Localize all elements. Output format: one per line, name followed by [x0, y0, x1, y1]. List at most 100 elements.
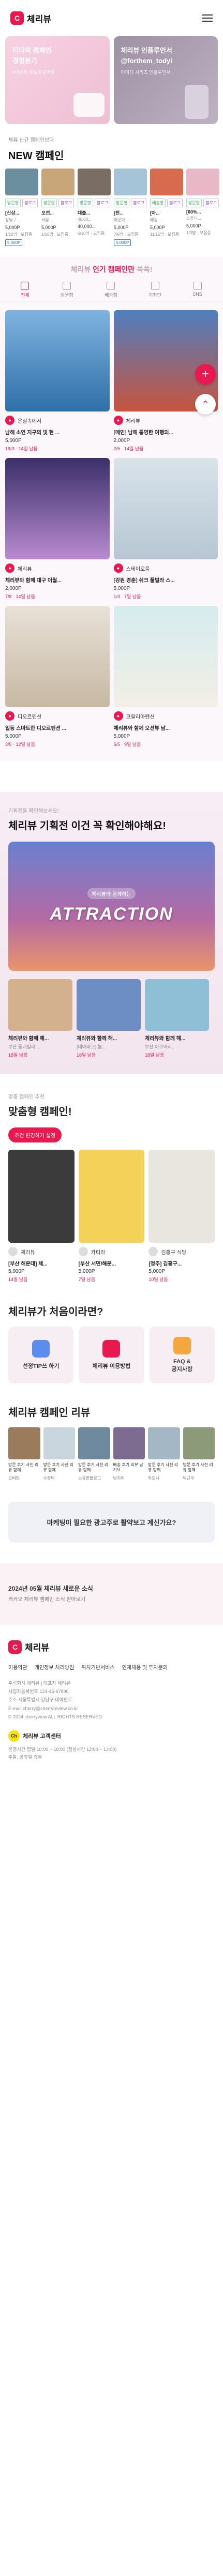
footer-link[interactable]: 위치기반서비스 — [81, 1663, 114, 1671]
attraction-section: 기획전을 확인해보세요! 체리뷰 기획전 이건 꼭 확인해야해요! 체리뷰와 함… — [0, 792, 223, 1074]
tab-icon — [63, 282, 71, 290]
brand-name: 온실속에서 — [18, 418, 41, 424]
hero-banner-1[interactable]: 티디의 캠페인 경험분기 #이벤트 해보고싶어요 — [5, 36, 110, 124]
campaign-price: 5,000P — [150, 225, 165, 230]
attraction-image — [77, 979, 141, 1031]
attraction-cards: 체리뷰와 함께 해... 부산 동래필라... 18일 남음 체리뷰와 함께 해...… — [8, 979, 215, 1058]
new-campaign-card[interactable]: 방문형 블로그 대출... 40,00... 40,000... 5/10명 · 모집중 — [78, 169, 111, 247]
custom-image — [78, 1150, 145, 1243]
campaign-thumbnail — [150, 169, 183, 195]
custom-section: 맞춤 캠페인 추천 맞춤형 캠페인! 조건 변경하기 설정 체리뷰 [부산 해운대… — [0, 1074, 223, 1298]
footer-link[interactable]: 이용약관 — [8, 1663, 27, 1671]
attraction-banner[interactable]: 체리뷰와 함께하는 ATTRACTION — [8, 842, 215, 971]
attraction-card[interactable]: 체리뷰와 함께 해... 부산 아쿠아리... 18일 남음 — [145, 979, 209, 1058]
page: C 체리뷰 티디의 캠페인 경험분기 #이벤트 해보고싶어요 체리뷰 인플루언서… — [0, 0, 223, 2576]
review-card[interactable]: 방문 후기 사진 리뷰 함께 박근우 — [183, 1427, 215, 1481]
review-text: 방문 후기 사진 리뷰 함께 — [8, 1462, 39, 1473]
review-image — [43, 1427, 75, 1459]
review-image — [113, 1427, 145, 1459]
review-card[interactable]: 방문 후기 사진 리뷰 함께 소유한블로그 — [78, 1427, 110, 1481]
tab-2[interactable]: 배송형 — [105, 282, 117, 298]
brand-name: 코랄리아펜션 — [126, 714, 155, 720]
popular-count: 7/8 — [5, 594, 12, 599]
brand-avatar: ● — [113, 711, 123, 721]
campaign-thumbnail — [41, 169, 75, 195]
campaign-name: [천... — [114, 210, 124, 216]
first-time-card[interactable]: 체리뷰 이용방법 — [79, 1327, 144, 1383]
campaign-desc: 강남구 ... — [5, 218, 21, 222]
review-card[interactable]: 방문 후기 사진 리뷰 함께 수정덕 — [43, 1427, 75, 1481]
tab-4[interactable]: SNS — [192, 282, 202, 298]
change-conditions-button[interactable]: 조건 변경하기 설정 — [8, 1127, 62, 1142]
popular-title: 남해 소연 지구의 빛 현 ... — [5, 430, 60, 436]
notice-section[interactable]: 2024년 05월 체리뷰 새로운 소식 카카오 체리뷰 캠페인 소식 받아보기 — [0, 1563, 223, 1625]
footer-link[interactable]: 개인정보 처리방침 — [35, 1663, 74, 1671]
reviewer-name: 하모니 — [148, 1475, 160, 1481]
campaign-thumbnail — [114, 169, 147, 195]
custom-card[interactable]: 체리뷰 [부산 해운대] 체... 5,000P 14일 남음 — [8, 1150, 75, 1283]
campaign-tag: 블로그 — [22, 199, 38, 207]
popular-brand: ● 체리뷰 — [113, 416, 218, 425]
brand-avatar: ● — [113, 416, 123, 425]
custom-brand: 김홍구 식당 — [148, 1247, 215, 1256]
new-campaign-card[interactable]: 방문형 블로그 [신상... 강남구 ... 5,000P 1/10명 · 모집중 5,00… — [5, 169, 38, 247]
new-campaign-card[interactable]: 방문형 블로그 오전... 서울 ... 5,000P 1/10명 · 모집중 — [41, 169, 75, 247]
review-card[interactable]: 방문 후기 사진 리뷰 함께 하모니 — [148, 1427, 180, 1481]
tab-1[interactable]: 방문형 — [61, 282, 73, 298]
campaign-tag: 블로그 — [167, 199, 183, 207]
popular-price: 5,000P — [113, 734, 130, 739]
brand-name: 스테이로움 — [126, 566, 150, 572]
tab-icon — [193, 282, 202, 290]
hamburger-menu-icon[interactable] — [202, 14, 213, 22]
custom-card[interactable]: 카티라 [부산 서면/해운... 5,000P 7일 남음 — [78, 1150, 145, 1283]
campaign-tag: 블로그 — [203, 199, 219, 207]
scroll-top-button[interactable]: ⌃ — [195, 394, 216, 415]
customer-service[interactable]: Ch 체리뷰 고객센터 — [8, 1730, 215, 1742]
tab-3[interactable]: 기자단 — [148, 282, 161, 298]
attraction-card[interactable]: 체리뷰와 함께 해... [테마파크] 놀... 18일 남음 — [77, 979, 141, 1058]
hero-banner-2[interactable]: 체리뷰 인플루언서 @forthem_todyi 아이디 시리즈 인플루언서 — [113, 36, 218, 124]
review-image — [148, 1427, 180, 1459]
new-campaign-card[interactable]: 방문형 블로그 [60%... 스튜디... 5,000P 1/3명 · 모집중 — [186, 169, 219, 247]
popular-card[interactable]: ● 디오르펜션 일등 스마트한 디오르펜션 ... 5,000P 3/5 · 12일 남… — [5, 606, 110, 748]
popular-count: 5/5 — [113, 742, 121, 747]
attraction-card[interactable]: 체리뷰와 함께 해... 부산 동래필라... 18일 남음 — [8, 979, 72, 1058]
popular-brand: ● 코랄리아펜션 — [113, 711, 218, 721]
attraction-banner-small: 체리뷰와 함께하는 — [87, 888, 136, 899]
review-card[interactable]: 배송 후기 리뷰 남겨요 남기리 — [113, 1427, 145, 1481]
popular-deadline: 14일 남음 — [18, 446, 38, 451]
popular-card[interactable]: ● 온실속에서 남해 소연 지구의 빛 현 ... 5,000P 19/3 · 14일 … — [5, 310, 110, 452]
logo[interactable]: C 체리뷰 — [10, 11, 51, 25]
campaign-desc: 배송 ... — [150, 218, 162, 222]
add-button[interactable]: + — [195, 364, 216, 385]
attraction-card-meta: 18일 남음 — [77, 1051, 141, 1058]
custom-price: 5,000P — [148, 1269, 166, 1274]
tab-0[interactable]: 전체 — [21, 282, 29, 298]
footer-link[interactable]: 인재채용 및 투자문의 — [122, 1663, 168, 1671]
popular-deadline: 14일 남음 — [16, 594, 35, 599]
popular-meta: 1/3 · 7일 남음 — [113, 594, 141, 599]
popular-card[interactable]: ● 스테이로움 [강원 경춘] 쉬크 풀빌라 스... 5,000P 1/3 · 7일 … — [113, 458, 218, 600]
popular-card[interactable]: ● 코랄리아펜션 체리뷰와 함께 오션뷰 남... 5,000P 5/5 · 9일 남음 — [113, 606, 218, 748]
new-caption: 체류 신규 캠페인보다 — [8, 138, 54, 143]
popular-price: 5,000P — [5, 734, 22, 739]
custom-deadline: 7일 남음 — [78, 1277, 96, 1282]
review-card[interactable]: 방문 후기 사진 리뷰 함께 오버밈 — [8, 1427, 40, 1481]
popular-deadline: 7일 남음 — [124, 594, 141, 599]
campaign-meta: 7/8명 · 모집중 — [114, 232, 139, 237]
new-campaign-card[interactable]: 방문형 블로그 [천... 해운대 ... 5,000P 7/8명 · 모집중 5,000P — [114, 169, 147, 247]
custom-meta: 10일 남음 — [148, 1276, 215, 1283]
first-time-section: 체리뷰가 처음이라면? 선정TIP쓰 하기 체리뷰 이용방법 FAQ & 공지사항 — [0, 1298, 223, 1399]
attraction-card-meta: 18일 남음 — [145, 1051, 209, 1058]
advertiser-banner[interactable]: 마케팅이 필요한 광고주로 활약보고 계신가요? — [8, 1501, 215, 1543]
popular-card[interactable]: ● 체리뷰 체리뷰와 함께 대구 이월... 2,000P 7/8 · 14일 남음 — [5, 458, 110, 600]
first-time-card[interactable]: FAQ & 공지사항 — [149, 1327, 215, 1383]
footer-logo[interactable]: C 체리뷰 — [8, 1640, 215, 1654]
new-campaign-card[interactable]: 배송형 블로그 [아... 배송 ... 5,000P 11/15명 · 모집중 — [150, 169, 183, 247]
campaign-name: 오전... — [41, 210, 54, 216]
reviewer-name: 박근우 — [183, 1475, 195, 1481]
first-time-card[interactable]: 선정TIP쓰 하기 — [8, 1327, 74, 1383]
popular-title: 체리뷰와 함께 대구 이월... — [5, 578, 62, 584]
review-list: 방문 후기 사진 리뷰 함께 오버밈 방문 후기 사진 리뷰 함께 수정덕 방문 후기 … — [8, 1427, 215, 1481]
custom-card[interactable]: 김홍구 식당 [청주] 김홍구... 5,000P 10일 남음 — [148, 1150, 215, 1283]
